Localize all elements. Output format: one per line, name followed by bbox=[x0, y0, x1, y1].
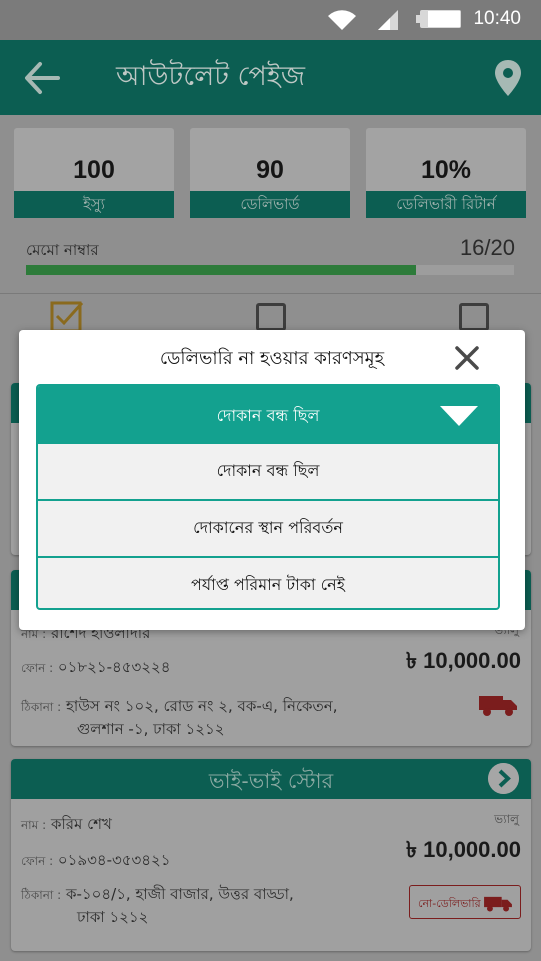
progress-fill bbox=[26, 265, 417, 275]
phone-label: ফোন : bbox=[21, 661, 54, 675]
phone-number: ০১৮২১-৪৫৩২২৪ bbox=[57, 658, 171, 676]
location-pin-icon[interactable] bbox=[495, 60, 521, 96]
address-line: হাউস নং ১০২, রোড নং ২, বক-এ, নিকেতন, bbox=[66, 697, 338, 715]
address-row: ঠিকানা : ক-১০৪/১, হাজী বাজার, উত্তর বাড্… bbox=[21, 883, 294, 908]
address-line: গুলশান -১, ঢাকা ১২১২ bbox=[77, 720, 225, 738]
stat-value: 90 bbox=[256, 156, 284, 184]
stat-return: 10% ডেলিভারী রিটার্ন bbox=[366, 128, 526, 218]
no-delivery-button[interactable]: নো-ডেলিভারি bbox=[409, 885, 521, 919]
signal-icon bbox=[378, 10, 398, 30]
stat-value: 100 bbox=[73, 156, 115, 184]
selected-reason: দোকান বন্ধ ছিল bbox=[216, 406, 320, 425]
wifi-icon bbox=[328, 10, 356, 30]
order-value: ৳ 10,000.00 bbox=[406, 837, 521, 862]
customer-name: করিম শেখ bbox=[50, 815, 112, 833]
close-icon[interactable] bbox=[453, 344, 481, 372]
reason-option[interactable]: পর্যাপ্ত পরিমান টাকা নেই bbox=[38, 556, 498, 608]
battery-icon bbox=[416, 10, 461, 28]
stat-label: ডেলিভার্ড bbox=[190, 191, 350, 218]
app-bar: আউটলেট পেইজ bbox=[0, 40, 541, 115]
truck-icon[interactable] bbox=[477, 688, 519, 718]
stat-label: ইস্যু bbox=[14, 191, 174, 218]
address-label: ঠিকানা : bbox=[21, 888, 62, 902]
phone-row: ফোন : ০১৯৩৪-৩৫৩৪২১ bbox=[21, 849, 171, 874]
outlet-card[interactable]: ভাই-ভাই স্টোর নাম : করিম শেখ ভ্যালু ৳ 10… bbox=[11, 759, 531, 951]
address-line: ঢাকা ১২১২ bbox=[77, 908, 149, 926]
reason-dropdown[interactable]: দোকান বন্ধ ছিল দোকান বন্ধ ছিল দোকানের স্… bbox=[36, 384, 500, 610]
address-label: ঠিকানা : bbox=[21, 700, 62, 714]
clock: 10:40 bbox=[473, 8, 521, 29]
divider bbox=[0, 293, 541, 294]
store-name: ভাই-ভাই স্টোর bbox=[208, 769, 334, 793]
checkbox[interactable] bbox=[256, 303, 286, 331]
reason-option[interactable]: দোকান বন্ধ ছিল bbox=[38, 442, 498, 499]
dialog-title: ডেলিভারি না হওয়ার কারণসমূহ bbox=[159, 348, 385, 369]
caret-down-icon[interactable] bbox=[440, 406, 478, 426]
back-arrow-icon[interactable] bbox=[22, 58, 62, 98]
stat-label: ডেলিভারী রিটার্ন bbox=[366, 191, 526, 218]
card-header: ভাই-ভাই স্টোর bbox=[11, 759, 531, 799]
chevron-right-icon[interactable] bbox=[488, 763, 519, 794]
truck-icon bbox=[484, 896, 512, 912]
phone-label: ফোন : bbox=[21, 854, 54, 868]
memo-label: মেমো নাম্বার bbox=[26, 241, 99, 259]
stat-value: 10% bbox=[420, 156, 472, 184]
address-line: ক-১০৪/১, হাজী বাজার, উত্তর বাড্ডা, bbox=[66, 885, 294, 903]
name-label: নাম : bbox=[21, 818, 47, 832]
memo-progress-bar bbox=[26, 265, 514, 275]
page-title: আউটলেট পেইজ bbox=[116, 61, 305, 92]
phone-number: ০১৯৩৪-৩৫৩৪২১ bbox=[57, 851, 171, 869]
order-value: ৳ 10,000.00 bbox=[406, 648, 521, 673]
phone-row: ফোন : ০১৮২১-৪৫৩২২৪ bbox=[21, 656, 171, 681]
checkbox[interactable] bbox=[459, 303, 489, 331]
status-bar: 10:40 bbox=[0, 0, 541, 40]
stat-delivered: 90 ডেলিভার্ড bbox=[190, 128, 350, 218]
dropdown-selected[interactable]: দোকান বন্ধ ছিল bbox=[38, 386, 498, 442]
memo-count: 16/20 bbox=[459, 235, 515, 260]
no-delivery-label: নো-ডেলিভারি bbox=[418, 897, 481, 910]
address-row: ঠিকানা : হাউস নং ১০২, রোড নং ২, বক-এ, নি… bbox=[21, 695, 337, 720]
no-delivery-reason-dialog: ডেলিভারি না হওয়ার কারণসমূহ দোকান বন্ধ ছ… bbox=[19, 330, 525, 630]
stat-issue: 100 ইস্যু bbox=[14, 128, 174, 218]
value-label: ভ্যালু bbox=[494, 812, 519, 826]
reason-option[interactable]: দোকানের স্থান পরিবর্তন bbox=[38, 499, 498, 556]
customer-name-row: নাম : করিম শেখ bbox=[21, 813, 112, 838]
